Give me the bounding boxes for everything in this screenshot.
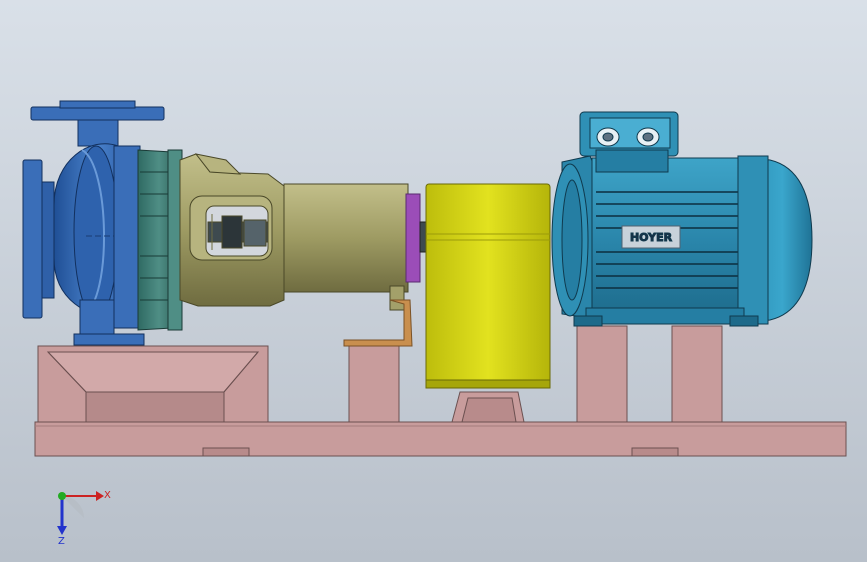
coupling-guard <box>425 183 551 389</box>
pump-assembly-drawing: HOYER X Z <box>0 0 867 562</box>
adapter-bell <box>113 145 183 331</box>
x-axis-label: X <box>104 490 111 501</box>
y-axis-dot <box>58 492 66 500</box>
z-axis-label: Z <box>58 536 65 547</box>
cad-viewport[interactable]: HOYER X Z <box>0 0 867 562</box>
motor-brand-label: HOYER <box>630 231 673 244</box>
